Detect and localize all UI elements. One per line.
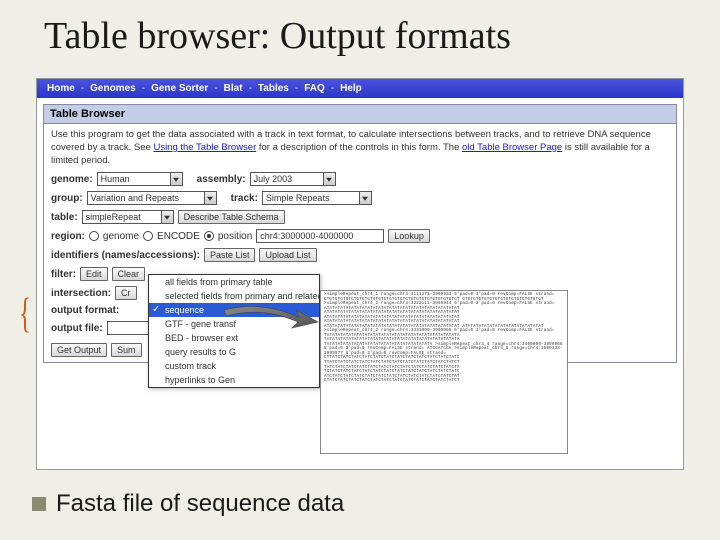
intro-part2: for a description of the controls in thi… <box>256 142 462 153</box>
intro-text: Use this program to get the data associa… <box>51 129 669 167</box>
label-group: group: <box>51 193 83 204</box>
radio-encode[interactable] <box>143 231 153 241</box>
arrow-annotation <box>222 302 322 330</box>
intersection-create-button[interactable]: Cr <box>115 286 137 300</box>
radio-position[interactable] <box>204 231 214 241</box>
top-nav: Home- Genomes- Gene Sorter- Blat- Tables… <box>37 79 683 98</box>
select-genome[interactable]: Human <box>97 172 183 186</box>
filter-edit-button[interactable]: Edit <box>80 267 108 281</box>
select-track[interactable]: Simple Repeats <box>262 191 372 205</box>
label-region: region: <box>51 231 85 242</box>
filter-clear-button[interactable]: Clear <box>112 267 146 281</box>
label-table: table: <box>51 212 78 223</box>
upload-list-button[interactable]: Upload List <box>259 248 316 262</box>
lookup-button[interactable]: Lookup <box>388 229 430 243</box>
label-assembly: assembly: <box>197 174 246 185</box>
check-icon: ✓ <box>152 304 160 315</box>
select-group[interactable]: Variation and Repeats <box>87 191 217 205</box>
link-using-tb[interactable]: Using the Table Browser <box>153 142 256 153</box>
bullet-text: Fasta file of sequence data <box>56 490 344 518</box>
label-intersection: intersection: <box>51 288 111 299</box>
paste-list-button[interactable]: Paste List <box>204 248 256 262</box>
position-input[interactable]: chr4:3000000-4000000 <box>256 229 384 243</box>
opt-selectedfields[interactable]: selected fields from primary and related… <box>149 289 319 303</box>
opt-customtrack[interactable]: custom track <box>149 359 319 373</box>
nav-help[interactable]: Help <box>340 83 362 94</box>
label-filter: filter: <box>51 269 76 280</box>
opt-hyperlinks[interactable]: hyperlinks to Gen <box>149 373 319 387</box>
nav-blat[interactable]: Blat <box>224 83 243 94</box>
nav-faq[interactable]: FAQ <box>304 83 325 94</box>
label-identifiers: identifiers (names/accessions): <box>51 250 200 261</box>
describe-schema-button[interactable]: Describe Table Schema <box>178 210 285 224</box>
fasta-preview: >simpleRepeat_chr4_1 range=chr4:3111273-… <box>320 290 568 454</box>
label-outputfile: output file: <box>51 323 103 334</box>
radio-genome-label: genome <box>103 231 139 242</box>
bullet-square-icon <box>32 497 46 511</box>
radio-encode-label: ENCODE <box>157 231 200 242</box>
link-old-tb[interactable]: old Table Browser Page <box>462 142 562 153</box>
brace-annotation: { <box>19 290 31 338</box>
opt-allfields[interactable]: all fields from primary table <box>149 275 319 289</box>
bullet-row: Fasta file of sequence data <box>32 490 344 518</box>
label-genome: genome: <box>51 174 93 185</box>
select-table[interactable]: simpleRepeat <box>82 210 174 224</box>
get-output-button[interactable]: Get Output <box>51 343 107 357</box>
opt-queryresults[interactable]: query results to G <box>149 345 319 359</box>
nav-genesorter[interactable]: Gene Sorter <box>151 83 208 94</box>
opt-bed[interactable]: BED - browser ext <box>149 331 319 345</box>
label-outputformat: output format: <box>51 305 119 316</box>
select-assembly[interactable]: July 2003 <box>250 172 336 186</box>
radio-position-label: position <box>218 231 252 242</box>
outputformat-dropdown[interactable]: all fields from primary table selected f… <box>148 274 320 388</box>
nav-tables[interactable]: Tables <box>258 83 289 94</box>
radio-genome[interactable] <box>89 231 99 241</box>
slide-title: Table browser: Output formats <box>0 0 720 58</box>
label-track: track: <box>231 193 258 204</box>
nav-genomes[interactable]: Genomes <box>90 83 136 94</box>
summary-button[interactable]: Sum <box>111 343 142 357</box>
section-title: Table Browser <box>44 105 676 124</box>
nav-home[interactable]: Home <box>47 83 75 94</box>
